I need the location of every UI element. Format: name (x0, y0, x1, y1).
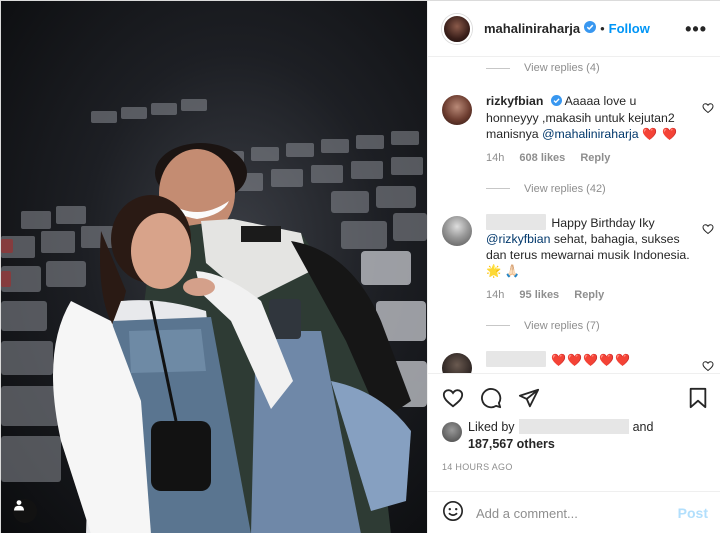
post-button[interactable]: Post (678, 505, 708, 521)
comment-text: Happy Birthday Iky (551, 215, 655, 230)
comment-emoji: 🌟 🙏🏻 (486, 263, 521, 278)
action-bar (428, 373, 720, 421)
replies-line (486, 325, 510, 327)
more-icon[interactable]: ••• (685, 20, 707, 38)
replies-line (486, 67, 510, 69)
commenter-avatar[interactable] (442, 215, 472, 246)
comment-body: Happy Birthday Iky @rizkyfbian sehat, ba… (486, 213, 691, 303)
comment-meta: 14h 95 likes Reply (486, 287, 691, 303)
verified-icon (584, 20, 597, 38)
user-tag-glyph (14, 500, 24, 511)
header-separator: • (600, 21, 605, 36)
comment-body: rizkyfbian Aaaaa love u honneyyy ,makasi… (486, 93, 691, 166)
heart-icon[interactable] (702, 359, 714, 373)
liked-by-others[interactable]: 187,567 others (468, 437, 555, 451)
comment-body: ❤️❤️❤️❤️❤️ (486, 350, 691, 373)
reply-button[interactable]: Reply (574, 289, 604, 301)
verified-icon (550, 94, 562, 110)
post-header: mahaliniraharja • Follow ••• (428, 1, 720, 57)
heart-icon[interactable] (702, 222, 714, 240)
liked-by-prefix: Liked by (468, 420, 515, 434)
comment-likes[interactable]: 95 likes (519, 289, 559, 301)
comment-username[interactable]: rizkyfbian (486, 94, 543, 108)
author-username[interactable]: mahaliniraharja (484, 21, 580, 36)
author-avatar[interactable] (442, 13, 472, 44)
save-icon[interactable] (688, 387, 708, 409)
comment-input[interactable] (476, 505, 656, 521)
comment-item: rizkyfbian Aaaaa love u honneyyy ,makasi… (428, 93, 720, 166)
emoji-icon[interactable] (442, 500, 464, 527)
view-replies-button[interactable]: View replies (4) (428, 57, 720, 79)
comment-meta: 14h 608 likes Reply (486, 150, 691, 166)
comment-item: Happy Birthday Iky @rizkyfbian sehat, ba… (428, 213, 720, 303)
post-side-panel: mahaliniraharja • Follow ••• View replie… (427, 1, 720, 533)
share-icon[interactable] (518, 387, 540, 409)
post-photo[interactable] (1, 1, 427, 533)
redacted-username (486, 350, 546, 367)
comment-likes[interactable]: 608 likes (519, 152, 565, 164)
instagram-post-modal: mahaliniraharja • Follow ••• View replie… (0, 0, 720, 533)
heart-icon[interactable] (702, 101, 714, 119)
view-replies-button[interactable]: View replies (7) (428, 315, 720, 337)
liked-by-and: and (632, 420, 654, 434)
user-tag-icon[interactable] (13, 499, 37, 523)
comments-list[interactable]: View replies (4) rizkyfbian Aaaaa love u… (428, 57, 720, 373)
commenter-avatar[interactable] (442, 95, 472, 125)
replies-line (486, 188, 510, 190)
likes-summary: Liked by and 187,567 others (442, 419, 712, 453)
redacted-liker-name[interactable] (518, 419, 629, 434)
follow-button[interactable]: Follow (609, 21, 650, 36)
reply-button[interactable]: Reply (580, 152, 610, 164)
view-replies-label: View replies (7) (524, 319, 600, 332)
comment-time: 14h (486, 288, 505, 301)
comment-time: 14h (486, 151, 505, 164)
comment-mention[interactable]: @mahaliniraharja (542, 127, 639, 141)
comment-emoji: ❤️ ❤️ (642, 126, 679, 141)
comment-icon[interactable] (480, 387, 502, 409)
comment-emoji: ❤️❤️❤️❤️❤️ (551, 352, 632, 367)
add-comment-bar: Post (428, 491, 720, 533)
view-replies-label: View replies (4) (524, 62, 600, 74)
likes-text: Liked by and 187,567 others (468, 419, 653, 453)
commenter-avatar[interactable] (442, 352, 472, 373)
heart-icon[interactable] (442, 387, 464, 409)
view-replies-label: View replies (42) (524, 182, 606, 195)
comment-mention[interactable]: @rizkyfbian (486, 232, 550, 246)
post-timestamp[interactable]: 14 HOURS AGO (442, 462, 513, 472)
redacted-username (486, 213, 546, 230)
view-replies-button[interactable]: View replies (42) (428, 178, 720, 200)
liker-avatar[interactable] (442, 422, 462, 442)
comment-item: ❤️❤️❤️❤️❤️ (428, 350, 720, 373)
stadium-selfie-image (1, 99, 427, 533)
